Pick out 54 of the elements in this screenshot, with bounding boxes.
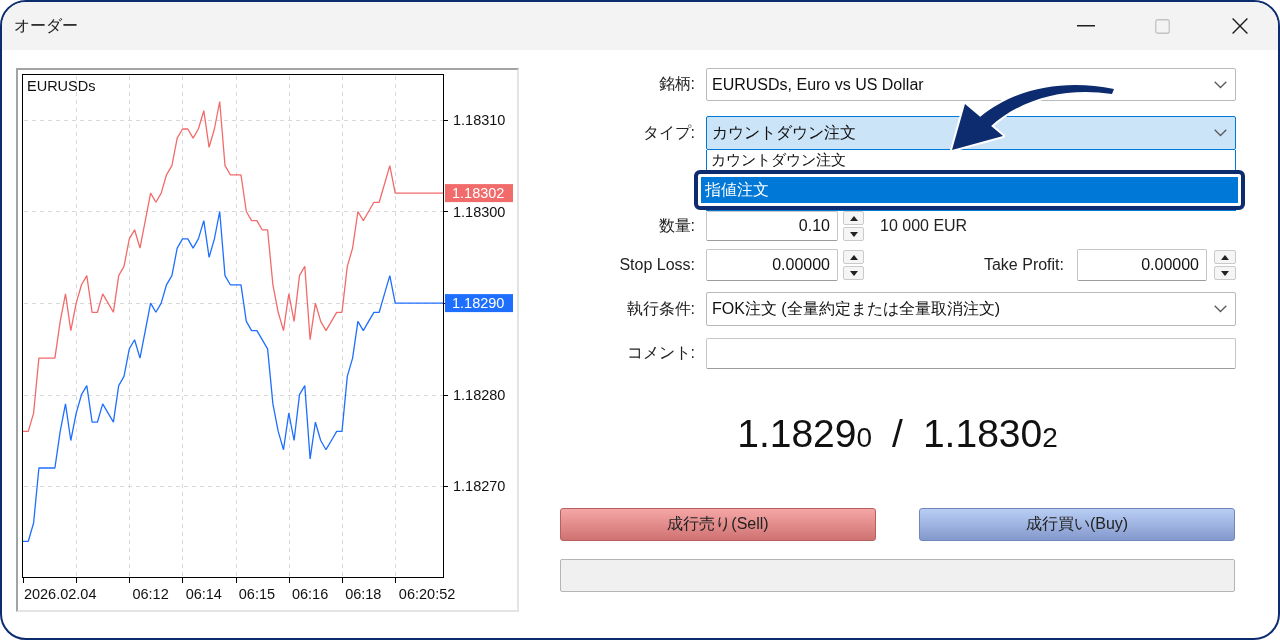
take-profit-field[interactable]: 0.00000 (1077, 249, 1207, 281)
sell-button[interactable]: 成行売り(Sell) (560, 508, 876, 541)
chevron-down-icon (1214, 80, 1227, 89)
fill-policy-dropdown[interactable]: FOK注文 (全量約定または全量取消注文) (706, 292, 1236, 326)
window-title: オーダー (14, 15, 78, 36)
down-triangle-icon (849, 231, 858, 237)
ask-price: 1.18302 (922, 412, 1058, 455)
up-triangle-icon (1221, 254, 1229, 260)
field-label: タイプ: (641, 122, 695, 143)
axis-label: 2026.02.04 (23, 586, 97, 602)
axis-label: 1.18270 (453, 478, 506, 495)
dropdown-option[interactable]: 指値注文 (701, 177, 1238, 203)
spin-down-button[interactable] (1214, 266, 1236, 280)
up-triangle-icon (849, 254, 858, 260)
volume-field[interactable]: 0.10 (706, 211, 838, 241)
price-tag: 1.18302 (445, 184, 513, 203)
chevron-down-icon (1214, 305, 1227, 313)
spin-up-button[interactable] (843, 250, 864, 264)
volume-unit: 10 000 EUR (880, 217, 968, 235)
axis-label: 06:20:52 (398, 586, 456, 602)
axis-label: 1.18280 (453, 386, 506, 403)
stop-loss-field[interactable]: 0.00000 (706, 249, 838, 281)
bid-price: 1.18290 (737, 412, 873, 455)
field-label: Take Profit: (983, 256, 1064, 274)
axis-label: 06:15 (238, 586, 276, 602)
field-label: 銘柄: (657, 74, 695, 94)
field-label: 執行条件: (625, 298, 695, 319)
price-tag: 1.18290 (445, 294, 513, 313)
maximize-icon (1155, 18, 1170, 34)
chart-title: EURUSDs (27, 78, 96, 94)
spin-up-button[interactable] (1214, 250, 1236, 264)
minimize-icon (1076, 25, 1095, 27)
axis-label: 1.18300 (453, 203, 506, 220)
field-label: コメント: (625, 343, 695, 363)
spin-up-button[interactable] (843, 211, 864, 225)
chevron-down-icon (1214, 129, 1227, 137)
field-label: 数量: (657, 215, 695, 236)
price-separator: / (892, 412, 903, 455)
down-triangle-icon (1221, 270, 1229, 276)
field-label: Stop Loss: (618, 256, 695, 274)
spin-down-button[interactable] (843, 227, 864, 241)
axis-label: 06:14 (185, 586, 222, 602)
axis-label: 1.18310 (453, 111, 506, 128)
up-triangle-icon (849, 215, 858, 221)
comment-field[interactable] (706, 338, 1236, 369)
axis-label: 06:16 (291, 586, 329, 602)
dropdown-option[interactable]: カウントダウン注文 (707, 150, 1235, 170)
axis-label: 06:12 (132, 586, 169, 602)
order-type-dropdown[interactable]: カウントダウン注文 (706, 116, 1236, 150)
spin-down-button[interactable] (843, 266, 864, 280)
axis-label: 06:18 (345, 586, 382, 602)
down-triangle-icon (849, 270, 858, 276)
buy-button[interactable]: 成行買い(Buy) (919, 508, 1235, 541)
close-icon (1231, 18, 1248, 34)
